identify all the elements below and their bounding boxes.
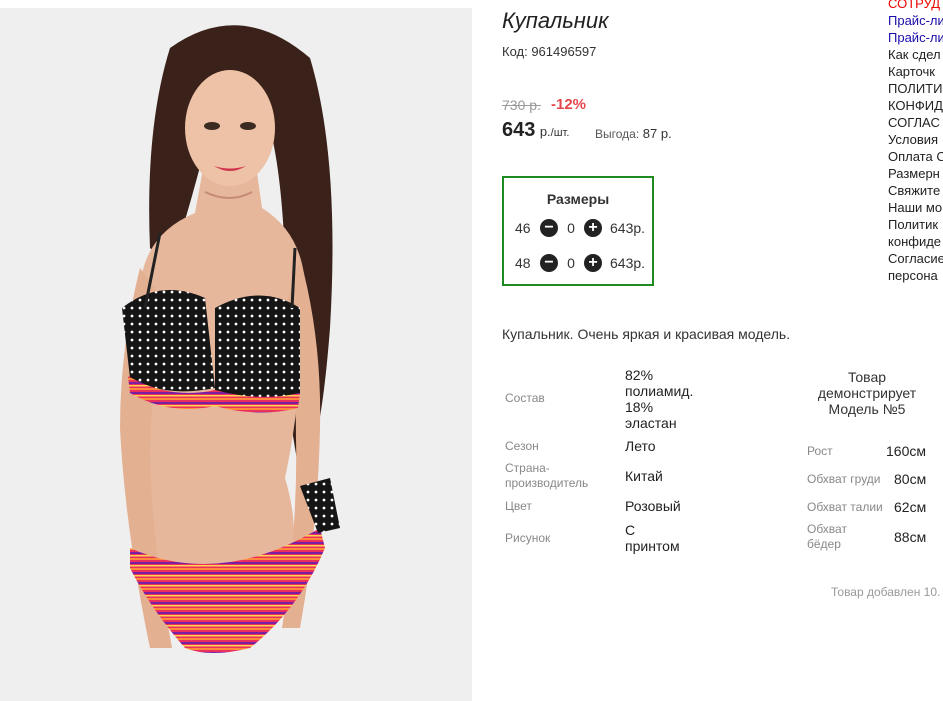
price-unit-per: /шт. — [550, 127, 570, 139]
product-title: Купальник — [502, 8, 609, 33]
sizes-panel: Размеры 46 − 0 + 643р. 48 − 0 + 643р. — [502, 176, 654, 286]
sidebar-link-policy[interactable]: ПОЛИТИ — [888, 80, 943, 97]
attr-value-line: эластан — [625, 415, 677, 431]
attr-value-color: Розовый — [625, 498, 681, 514]
right-sidebar-links: СОТРУД Прайс-ли Прайс-ли Как сдел Карточ… — [888, 0, 943, 284]
model-label-chest: Обхват груди — [807, 472, 881, 486]
model-value-waist: 62см — [894, 499, 927, 515]
model-heading: Товар демонстрирует Модель №5 — [808, 369, 926, 417]
model-label-line: Обхват — [807, 522, 847, 536]
discount-badge: -12% — [551, 96, 587, 113]
sidebar-link-consent[interactable]: СОГЛАС — [888, 114, 943, 131]
sidebar-link-privacy-policy[interactable]: Политик — [888, 216, 943, 233]
sidebar-link-privacy-policy-cont[interactable]: конфиде — [888, 233, 943, 250]
sidebar-link-contact[interactable]: Свяжите — [888, 182, 943, 199]
sizes-title: Размеры — [546, 191, 610, 207]
minus-circle-icon[interactable]: − — [540, 254, 558, 272]
quantity-value: 0 — [567, 255, 575, 271]
price-row: 643 р./шт. — [502, 119, 569, 142]
sidebar-link-payment[interactable]: Оплата С — [888, 148, 943, 165]
model-value-chest: 80см — [894, 471, 927, 487]
model-label-waist: Обхват талии — [807, 500, 883, 514]
size-row: 46 − 0 + 643р. — [515, 218, 645, 238]
attr-label-line: Страна- — [505, 461, 550, 475]
attr-label-composition: Состав — [505, 391, 545, 405]
attr-label-color: Цвет — [505, 499, 532, 513]
benefit: Выгода: 87 р. — [595, 126, 672, 141]
benefit-value: 87 р. — [642, 126, 672, 141]
attr-value-line: принтом — [625, 538, 680, 554]
attr-value-line: С — [625, 522, 636, 538]
sidebar-link-terms[interactable]: Условия — [888, 131, 943, 148]
model-value-hips: 88см — [894, 529, 927, 545]
attr-label-country: Страна- производитель — [505, 461, 588, 491]
product-description: Купальник. Очень яркая и красивая модель… — [502, 326, 791, 342]
benefit-label: Выгода: — [595, 127, 640, 141]
sidebar-link-how-to[interactable]: Как сдел — [888, 46, 943, 63]
model-heading-line: Модель №5 — [828, 401, 906, 417]
attr-label-line: производитель — [505, 476, 589, 490]
sidebar-link-data-consent[interactable]: Согласие — [888, 250, 943, 267]
added-date: Товар добавлен 10. — [831, 585, 941, 599]
old-price: 730 р. — [502, 97, 541, 113]
attr-label-season: Сезон — [505, 439, 539, 453]
attr-value-composition: 82% полиамид. 18% эластан — [625, 367, 693, 431]
price-unit: р./шт. — [540, 124, 570, 139]
sidebar-link-price-list[interactable]: Прайс-ли — [888, 12, 943, 29]
model-heading-line: демонстрирует — [817, 385, 917, 401]
product-photo[interactable] — [0, 8, 472, 701]
quantity-value: 0 — [567, 220, 575, 236]
attr-value-pattern: С принтом — [625, 522, 680, 554]
sidebar-link-data-consent-cont[interactable]: персона — [888, 267, 943, 284]
size-value: 48 — [515, 255, 531, 271]
model-label-height: Рост — [807, 444, 833, 458]
size-row: 48 − 0 + 643р. — [515, 253, 645, 273]
plus-circle-icon[interactable]: + — [584, 219, 602, 237]
model-label-hips: Обхват бёдер — [807, 522, 847, 552]
size-price: 643р. — [610, 255, 646, 271]
size-value: 46 — [515, 220, 531, 236]
sidebar-link-privacy[interactable]: КОНФИД — [888, 97, 943, 114]
attr-label-pattern: Рисунок — [505, 531, 551, 545]
sidebar-link-models[interactable]: Наши мо — [888, 199, 943, 216]
minus-circle-icon[interactable]: − — [540, 219, 558, 237]
sidebar-link-price-list[interactable]: Прайс-ли — [888, 29, 943, 46]
attr-value-line: 82% — [625, 367, 654, 383]
sidebar-link-card[interactable]: Карточк — [888, 63, 943, 80]
attr-value-line: 18% — [625, 399, 654, 415]
sidebar-link-sizes[interactable]: Размерн — [888, 165, 943, 182]
product-code: Код: 961496597 — [502, 44, 597, 59]
attr-value-line: полиамид. — [625, 383, 694, 399]
plus-circle-icon[interactable]: + — [584, 254, 602, 272]
price-unit-currency: р. — [539, 124, 551, 139]
model-value-height: 160см — [886, 443, 926, 459]
attr-value-country: Китай — [625, 468, 663, 484]
size-price: 643р. — [610, 220, 646, 236]
current-price: 643 — [502, 119, 536, 141]
attr-value-season: Лето — [625, 438, 656, 454]
sidebar-link-staff[interactable]: СОТРУД — [888, 0, 943, 12]
model-heading-line: Товар — [847, 369, 887, 385]
model-label-line: бёдер — [807, 537, 841, 551]
